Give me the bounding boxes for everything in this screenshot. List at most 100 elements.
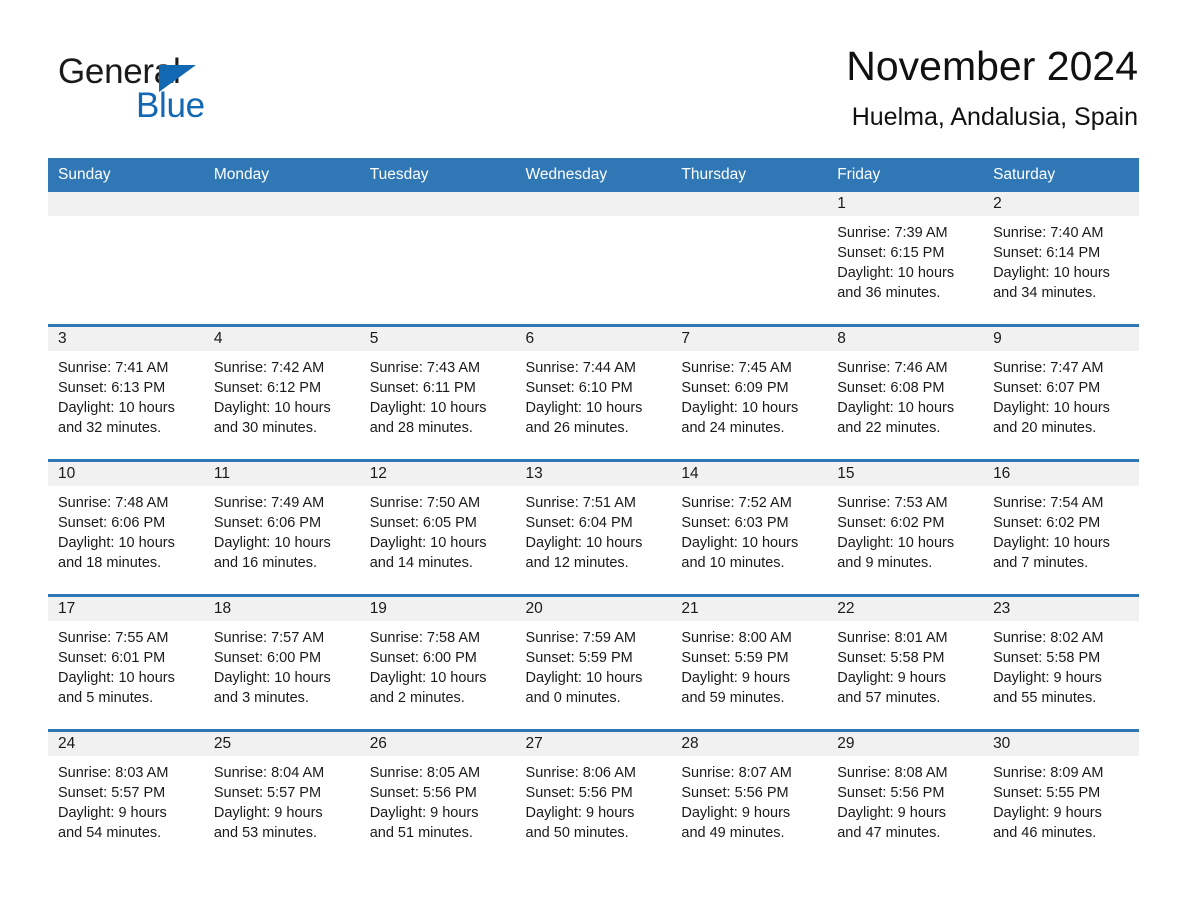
sunset-text: Sunset: 6:06 PM (213, 515, 322, 531)
daylight-text-line1: Daylight: 9 hours (837, 805, 947, 821)
day-cell[interactable]: 1 Sunrise: 7:39 AM Sunset: 6:15 PM Dayli… (827, 192, 984, 327)
day-cell[interactable]: 6 Sunrise: 7:44 AM Sunset: 6:10 PM Dayli… (515, 325, 672, 462)
sunrise-text: Sunrise: 7:42 AM (213, 360, 325, 376)
sunrise-text: Sunrise: 8:07 AM (681, 765, 792, 781)
day-cell[interactable]: 24 Sunrise: 8:03 AM Sunset: 5:57 PM Dayl… (48, 730, 204, 864)
sunset-text: Sunset: 6:03 PM (681, 515, 789, 531)
sunset-text: Sunset: 5:59 PM (681, 650, 789, 666)
daylight-text-line1: Daylight: 9 hours (993, 670, 1102, 686)
day-cell[interactable]: 15 Sunrise: 7:53 AM Sunset: 6:02 PM Dayl… (827, 460, 984, 597)
day-cell[interactable]: 2 Sunrise: 7:40 AM Sunset: 6:14 PM Dayli… (983, 192, 1139, 327)
day-cell[interactable]: 22 Sunrise: 8:01 AM Sunset: 5:58 PM Dayl… (827, 595, 984, 732)
day-cell[interactable]: 8 Sunrise: 7:46 AM Sunset: 6:08 PM Dayli… (827, 325, 984, 462)
sunset-text: Sunset: 6:04 PM (525, 515, 633, 531)
day-cell[interactable]: 13 Sunrise: 7:51 AM Sunset: 6:04 PM Dayl… (515, 460, 672, 597)
day-cell[interactable]: 28 Sunrise: 8:07 AM Sunset: 5:56 PM Dayl… (671, 730, 828, 864)
sunrise-text: Sunrise: 7:47 AM (993, 360, 1104, 376)
day-cell[interactable]: 26 Sunrise: 8:05 AM Sunset: 5:56 PM Dayl… (359, 730, 516, 864)
day-cell[interactable]: 17 Sunrise: 7:55 AM Sunset: 6:01 PM Dayl… (48, 595, 204, 732)
day-cell[interactable]: 30 Sunrise: 8:09 AM Sunset: 5:55 PM Dayl… (983, 730, 1139, 864)
day-number: 4 (203, 327, 360, 351)
sunset-text: Sunset: 6:06 PM (58, 515, 166, 531)
daylight-text-line1: Daylight: 10 hours (993, 265, 1110, 281)
day-number: 8 (827, 327, 984, 351)
day-number: 28 (671, 732, 828, 756)
day-cell[interactable]: 23 Sunrise: 8:02 AM Sunset: 5:58 PM Dayl… (983, 595, 1139, 732)
calendar-page: General Blue November 2024 Huelma, Andal… (0, 0, 1188, 918)
day-number: 13 (515, 462, 672, 486)
day-details: Sunrise: 7:40 AM Sunset: 6:14 PM Dayligh… (983, 216, 1139, 303)
daylight-text-line2: and 36 minutes. (837, 285, 941, 301)
day-cell[interactable]: 4 Sunrise: 7:42 AM Sunset: 6:12 PM Dayli… (203, 325, 360, 462)
day-details: Sunrise: 7:53 AM Sunset: 6:02 PM Dayligh… (827, 486, 983, 573)
day-details: Sunrise: 7:41 AM Sunset: 6:13 PM Dayligh… (48, 351, 204, 438)
day-cell[interactable]: 21 Sunrise: 8:00 AM Sunset: 5:59 PM Dayl… (671, 595, 828, 732)
day-cell[interactable]: 10 Sunrise: 7:48 AM Sunset: 6:06 PM Dayl… (48, 460, 204, 597)
sunrise-text: Sunrise: 7:54 AM (993, 495, 1104, 511)
day-details: Sunrise: 7:54 AM Sunset: 6:02 PM Dayligh… (983, 486, 1139, 573)
day-cell[interactable]: 9 Sunrise: 7:47 AM Sunset: 6:07 PM Dayli… (983, 325, 1139, 462)
weekday-header-friday: Friday (827, 158, 984, 192)
daylight-text-line2: and 55 minutes. (993, 690, 1097, 706)
day-cell[interactable] (48, 192, 204, 327)
day-cell[interactable]: 16 Sunrise: 7:54 AM Sunset: 6:02 PM Dayl… (983, 460, 1139, 597)
day-number: 9 (983, 327, 1139, 351)
day-cell[interactable] (203, 192, 360, 327)
day-number: 29 (827, 732, 984, 756)
daylight-text-line1: Daylight: 9 hours (681, 670, 791, 686)
daylight-text-line2: and 49 minutes. (681, 825, 785, 841)
sunrise-sunset-calendar-table: Sunday Monday Tuesday Wednesday Thursday… (48, 158, 1139, 864)
sunset-text: Sunset: 6:10 PM (525, 380, 633, 396)
day-cell[interactable] (515, 192, 672, 327)
day-details (516, 216, 672, 223)
daylight-text-line1: Daylight: 10 hours (525, 670, 643, 686)
day-cell[interactable] (671, 192, 828, 327)
day-details: Sunrise: 8:02 AM Sunset: 5:58 PM Dayligh… (983, 621, 1139, 708)
daylight-text-line1: Daylight: 9 hours (681, 805, 791, 821)
day-details: Sunrise: 7:44 AM Sunset: 6:10 PM Dayligh… (516, 351, 672, 438)
day-cell[interactable]: 18 Sunrise: 7:57 AM Sunset: 6:00 PM Dayl… (203, 595, 360, 732)
day-cell[interactable]: 5 Sunrise: 7:43 AM Sunset: 6:11 PM Dayli… (359, 325, 516, 462)
title-block: November 2024 Huelma, Andalusia, Spain (846, 40, 1138, 134)
day-cell[interactable]: 7 Sunrise: 7:45 AM Sunset: 6:09 PM Dayli… (671, 325, 828, 462)
day-details: Sunrise: 8:06 AM Sunset: 5:56 PM Dayligh… (516, 756, 672, 843)
sunset-text: Sunset: 6:08 PM (837, 380, 945, 396)
sunrise-text: Sunrise: 7:46 AM (837, 360, 948, 376)
sunrise-text: Sunrise: 7:49 AM (213, 495, 325, 511)
day-cell[interactable]: 14 Sunrise: 7:52 AM Sunset: 6:03 PM Dayl… (671, 460, 828, 597)
sunrise-text: Sunrise: 8:02 AM (993, 630, 1104, 646)
day-details: Sunrise: 8:04 AM Sunset: 5:57 PM Dayligh… (204, 756, 360, 843)
day-cell[interactable]: 19 Sunrise: 7:58 AM Sunset: 6:00 PM Dayl… (359, 595, 516, 732)
day-cell[interactable]: 20 Sunrise: 7:59 AM Sunset: 5:59 PM Dayl… (515, 595, 672, 732)
sunrise-text: Sunrise: 7:58 AM (369, 630, 481, 646)
day-cell[interactable]: 29 Sunrise: 8:08 AM Sunset: 5:56 PM Dayl… (827, 730, 984, 864)
sunset-text: Sunset: 6:07 PM (993, 380, 1101, 396)
day-number: 22 (827, 597, 984, 621)
sunset-text: Sunset: 5:59 PM (525, 650, 633, 666)
day-cell[interactable]: 11 Sunrise: 7:49 AM Sunset: 6:06 PM Dayl… (203, 460, 360, 597)
generalblue-logo[interactable]: General Blue (58, 52, 318, 138)
page-title: November 2024 (846, 43, 1138, 89)
day-cell[interactable]: 12 Sunrise: 7:50 AM Sunset: 6:05 PM Dayl… (359, 460, 516, 597)
daylight-text-line2: and 22 minutes. (837, 420, 941, 436)
day-details: Sunrise: 7:57 AM Sunset: 6:00 PM Dayligh… (204, 621, 360, 708)
day-details: Sunrise: 7:45 AM Sunset: 6:09 PM Dayligh… (671, 351, 827, 438)
day-cell[interactable] (359, 192, 516, 327)
sunrise-text: Sunrise: 7:51 AM (525, 495, 636, 511)
sunset-text: Sunset: 6:05 PM (369, 515, 477, 531)
weekday-header-monday: Monday (203, 158, 360, 192)
sunset-text: Sunset: 5:56 PM (525, 785, 633, 801)
sunrise-text: Sunrise: 7:43 AM (369, 360, 481, 376)
day-cell[interactable]: 25 Sunrise: 8:04 AM Sunset: 5:57 PM Dayl… (203, 730, 360, 864)
daylight-text-line2: and 7 minutes. (993, 555, 1089, 571)
daylight-text-line1: Daylight: 10 hours (369, 670, 487, 686)
sunrise-text: Sunrise: 8:08 AM (837, 765, 948, 781)
day-cell[interactable]: 27 Sunrise: 8:06 AM Sunset: 5:56 PM Dayl… (515, 730, 672, 864)
day-details: Sunrise: 7:39 AM Sunset: 6:15 PM Dayligh… (827, 216, 983, 303)
daylight-text-line2: and 46 minutes. (993, 825, 1097, 841)
sunset-text: Sunset: 6:12 PM (213, 380, 322, 396)
day-details: Sunrise: 7:48 AM Sunset: 6:06 PM Dayligh… (48, 486, 204, 573)
day-cell[interactable]: 3 Sunrise: 7:41 AM Sunset: 6:13 PM Dayli… (48, 325, 204, 462)
day-details: Sunrise: 7:52 AM Sunset: 6:03 PM Dayligh… (671, 486, 827, 573)
page-header: General Blue November 2024 Huelma, Andal… (48, 40, 1138, 150)
